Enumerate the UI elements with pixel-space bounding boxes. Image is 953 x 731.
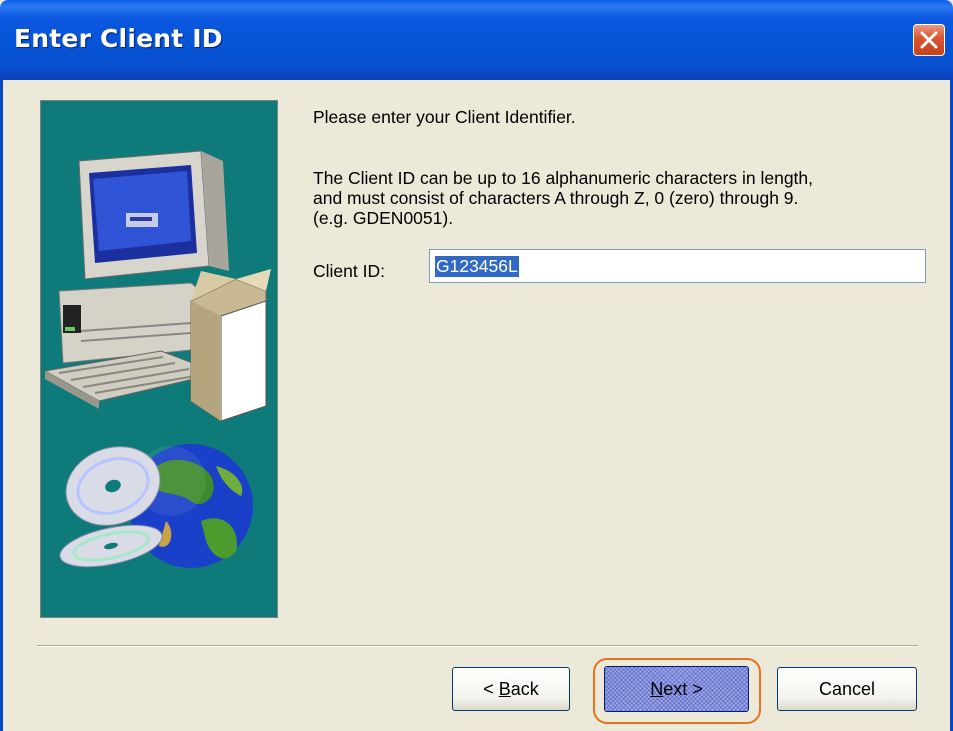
close-icon [920,31,938,49]
close-button[interactable] [913,24,945,56]
description-text: The Client ID can be up to 16 alphanumer… [313,168,943,228]
client-id-value: G123456L [435,256,519,277]
cancel-button[interactable]: Cancel [777,667,917,711]
next-button-highlight [593,658,761,724]
description-line-3: (e.g. GDEN0051). [313,208,454,228]
prompt-text: Please enter your Client Identifier. [313,107,576,127]
back-button-mnemonic: B [498,678,511,699]
back-button-prefix: < [483,678,499,699]
window-title: Enter Client ID [14,24,223,53]
description-line-1: The Client ID can be up to 16 alphanumer… [313,168,814,188]
separator [37,645,918,647]
computer-icon [43,150,271,422]
client-id-label: Client ID: [313,261,385,281]
back-button[interactable]: < Back [452,667,570,711]
back-button-rest: ack [510,678,539,699]
title-bar[interactable]: Enter Client ID [0,0,953,80]
wizard-side-image [40,100,278,618]
client-id-input[interactable]: G123456L [429,249,926,283]
description-line-2: and must consist of characters A through… [313,188,799,208]
